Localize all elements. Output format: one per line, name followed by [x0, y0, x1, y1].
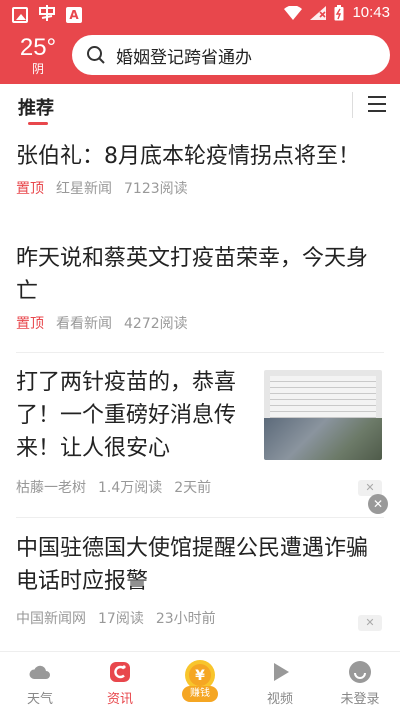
app-notification-icon: [38, 5, 56, 25]
nav-profile[interactable]: 未登录: [320, 652, 400, 711]
feed-divider: [16, 352, 384, 353]
news-title: 张伯礼：8月底本轮疫情拐点将至！: [16, 144, 360, 169]
image-notification-icon: [12, 7, 28, 23]
news-title: 打了两针疫苗的，恭喜了！一个重磅好消息传来！让人很安心: [16, 370, 237, 461]
news-meta: 置顶 看看新闻 4272阅读: [16, 313, 384, 333]
play-icon: [274, 663, 289, 681]
news-icon: [110, 662, 130, 682]
search-bar[interactable]: [72, 35, 390, 75]
news-thumbnail[interactable]: [264, 370, 382, 460]
thumbnail-text-block: [270, 376, 376, 420]
news-source: 看看新闻: [56, 316, 112, 332]
news-time: 2天前: [174, 480, 212, 496]
news-meta: 置顶 红星新闻 7123阅读: [16, 178, 384, 198]
news-reads: 17阅读: [98, 611, 144, 627]
thumbnail-photo: [264, 418, 382, 460]
nav-label: 资讯: [106, 692, 133, 707]
nav-label: 天气: [26, 692, 53, 707]
news-meta: 枯藤一老树 1.4万阅读 2天前: [16, 477, 316, 497]
dismiss-icon[interactable]: ✕: [358, 615, 382, 631]
news-item[interactable]: 打了两针疫苗的，恭喜了！一个重磅好消息传来！让人很安心 枯藤一老树 1.4万阅读…: [16, 366, 246, 497]
bottom-navigation: 天气 资讯 ¥ 赚钱 视频 未登录: [0, 651, 400, 711]
clock: 10:43: [352, 4, 390, 21]
news-reads: 7123阅读: [124, 181, 188, 197]
user-face-icon: [349, 661, 371, 683]
cloud-icon: [29, 665, 50, 679]
signal-icon: [310, 5, 327, 20]
pinned-tag: 置顶: [16, 181, 44, 197]
menu-line: [368, 103, 386, 105]
news-title: 昨天说和蔡英文打疫苗荣幸，今天身亡: [16, 246, 369, 304]
earn-badge: 赚钱: [182, 686, 218, 702]
news-item[interactable]: 张伯礼：8月底本轮疫情拐点将至！ 置顶 红星新闻 7123阅读: [16, 140, 384, 198]
tab-recommend[interactable]: 推荐: [18, 94, 54, 120]
news-reads: 4272阅读: [124, 316, 188, 332]
nav-earn[interactable]: ¥ 赚钱: [160, 652, 240, 711]
weather-condition: 阴: [31, 62, 44, 76]
close-icon[interactable]: ✕: [368, 494, 388, 514]
nav-video[interactable]: 视频: [240, 652, 320, 711]
news-reads: 1.4万阅读: [98, 480, 163, 496]
wifi-icon: [284, 5, 303, 20]
news-source: 红星新闻: [56, 181, 112, 197]
nav-label: 未登录: [340, 692, 380, 707]
search-icon: [87, 46, 105, 64]
nav-news[interactable]: 资讯: [80, 652, 160, 711]
news-source: 中国新闻网: [16, 611, 86, 627]
temperature: 25°: [19, 34, 57, 61]
news-source: 枯藤一老树: [16, 480, 86, 496]
tab-divider: [352, 92, 353, 118]
status-bar: A 10:43: [0, 0, 400, 28]
news-time: 23小时前: [155, 611, 216, 627]
nav-label: 视频: [266, 692, 293, 707]
battery-icon: [334, 4, 344, 20]
nav-weather[interactable]: 天气: [0, 652, 80, 711]
news-item[interactable]: 昨天说和蔡英文打疫苗荣幸，今天身亡 置顶 看看新闻 4272阅读: [16, 242, 384, 333]
channel-menu-button[interactable]: [368, 96, 386, 114]
weather-widget[interactable]: 25° 阴: [14, 34, 62, 76]
feed-divider: [16, 517, 384, 518]
news-meta: 中国新闻网 17阅读 23小时前: [16, 608, 384, 628]
menu-line: [368, 96, 386, 98]
news-title: 中国驻德国大使馆提醒公民遭遇诈骗电话时应报警: [16, 536, 369, 594]
font-notification-icon: A: [66, 7, 82, 23]
svg-text:¥: ¥: [195, 668, 205, 684]
menu-line: [368, 110, 386, 112]
pinned-tag: 置顶: [16, 316, 44, 332]
top-header: A 10:43 25° 阴: [0, 0, 400, 84]
channel-tabs: 推荐: [0, 84, 400, 126]
news-item[interactable]: 中国驻德国大使馆提醒公民遭遇诈骗电话时应报警 中国新闻网 17阅读 23小时前: [16, 532, 384, 628]
search-input[interactable]: [116, 45, 366, 65]
active-tab-indicator: [28, 122, 48, 125]
